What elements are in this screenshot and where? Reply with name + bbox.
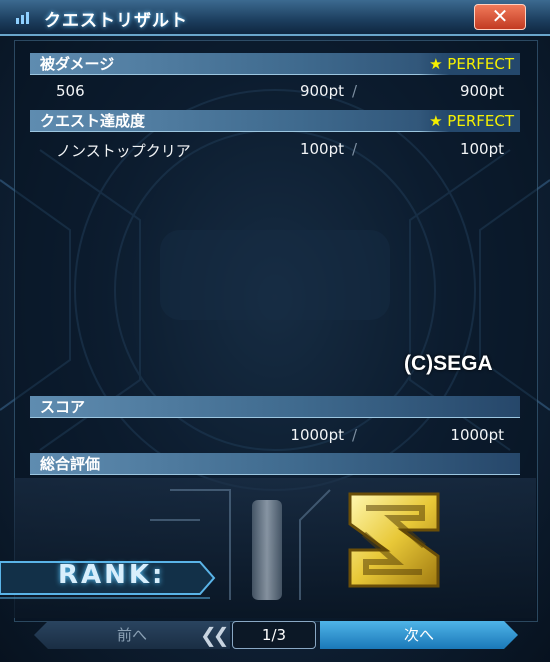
damage-header: 被ダメージ ★ PERFECT: [30, 53, 520, 75]
rank-label: RANK:: [58, 560, 166, 590]
damage-rating-badge: ★ PERFECT: [419, 53, 520, 75]
damage-header-label: 被ダメージ: [40, 55, 115, 73]
copyright-watermark: (C)SEGA: [404, 352, 493, 375]
achievement-header-label: クエスト達成度: [40, 112, 146, 130]
achievement-separator: /: [352, 140, 358, 158]
damage-value: 506: [56, 82, 85, 100]
rank-s-badge: [348, 492, 440, 588]
score-earned-points: 1000pt: [290, 426, 344, 444]
window-icon: [16, 12, 29, 24]
damage-separator: /: [352, 82, 358, 100]
damage-max-points: 900pt: [459, 82, 504, 100]
achievement-earned-points: 100pt: [299, 140, 344, 158]
achievement-rating-badge: ★ PERFECT: [419, 110, 520, 132]
title-bar: クエストリザルト ✕: [0, 0, 550, 36]
score-header: スコア: [30, 396, 520, 418]
score-max-points: 1000pt: [450, 426, 504, 444]
rank-pillar-decoration: [252, 500, 282, 600]
next-page-button[interactable]: 次へ: [320, 621, 518, 649]
score-row: 1000pt / 1000pt: [30, 424, 520, 448]
damage-row: 506 900pt / 900pt: [30, 80, 520, 104]
page-indicator: 1/3: [232, 621, 316, 649]
score-header-label: スコア: [40, 398, 86, 416]
close-button[interactable]: ✕: [474, 4, 526, 30]
achievement-max-points: 100pt: [459, 140, 504, 158]
overall-header-label: 総合評価: [40, 455, 101, 473]
achievement-row: ノンストップクリア 100pt / 100pt: [30, 138, 520, 162]
achievement-header: クエスト達成度 ★ PERFECT: [30, 110, 520, 132]
overall-header: 総合評価: [30, 453, 520, 475]
damage-earned-points: 900pt: [299, 82, 344, 100]
achievement-label: ノンストップクリア: [56, 142, 191, 160]
chevron-left-icon: ❮❮: [200, 623, 229, 647]
score-separator: /: [352, 426, 358, 444]
window-title: クエストリザルト: [44, 11, 188, 31]
